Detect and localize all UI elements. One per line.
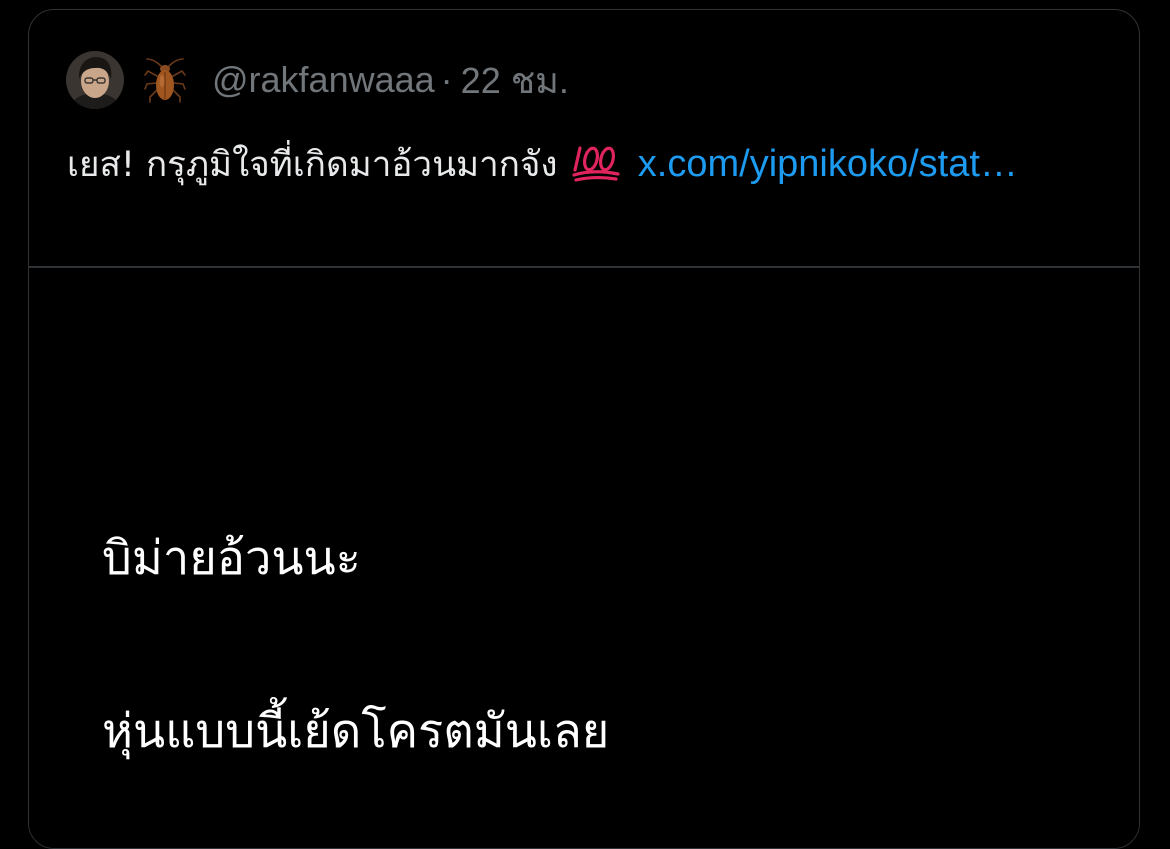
separator-dot: · xyxy=(440,59,453,100)
tweet-link[interactable]: x.com/yipnikoko/stat… xyxy=(638,143,1018,185)
avatar[interactable] xyxy=(66,51,124,109)
media-text-line-2: หุ่นแบบนี้เย้ดโครตมันเลย xyxy=(102,704,610,759)
avatar-photo-icon xyxy=(66,51,124,109)
media-text-line-1: บิม่ายอ้วนนะ xyxy=(102,531,361,586)
cockroach-icon xyxy=(144,58,186,103)
hundred-points-icon xyxy=(571,142,621,182)
tweet-body: เยส! กรุภูมิใจที่เกิดมาอ้วนมากจัง xyxy=(67,145,558,185)
tweet-text: เยส! กรุภูมิใจที่เกิดมาอ้วนมากจัง x.com/… xyxy=(67,136,1107,193)
tweet-header: @rakfanwaaa · 22 ชม. xyxy=(66,50,569,110)
author-handle[interactable]: @rakfanwaaa xyxy=(212,59,435,101)
timestamp[interactable]: 22 ชม. xyxy=(461,52,569,109)
